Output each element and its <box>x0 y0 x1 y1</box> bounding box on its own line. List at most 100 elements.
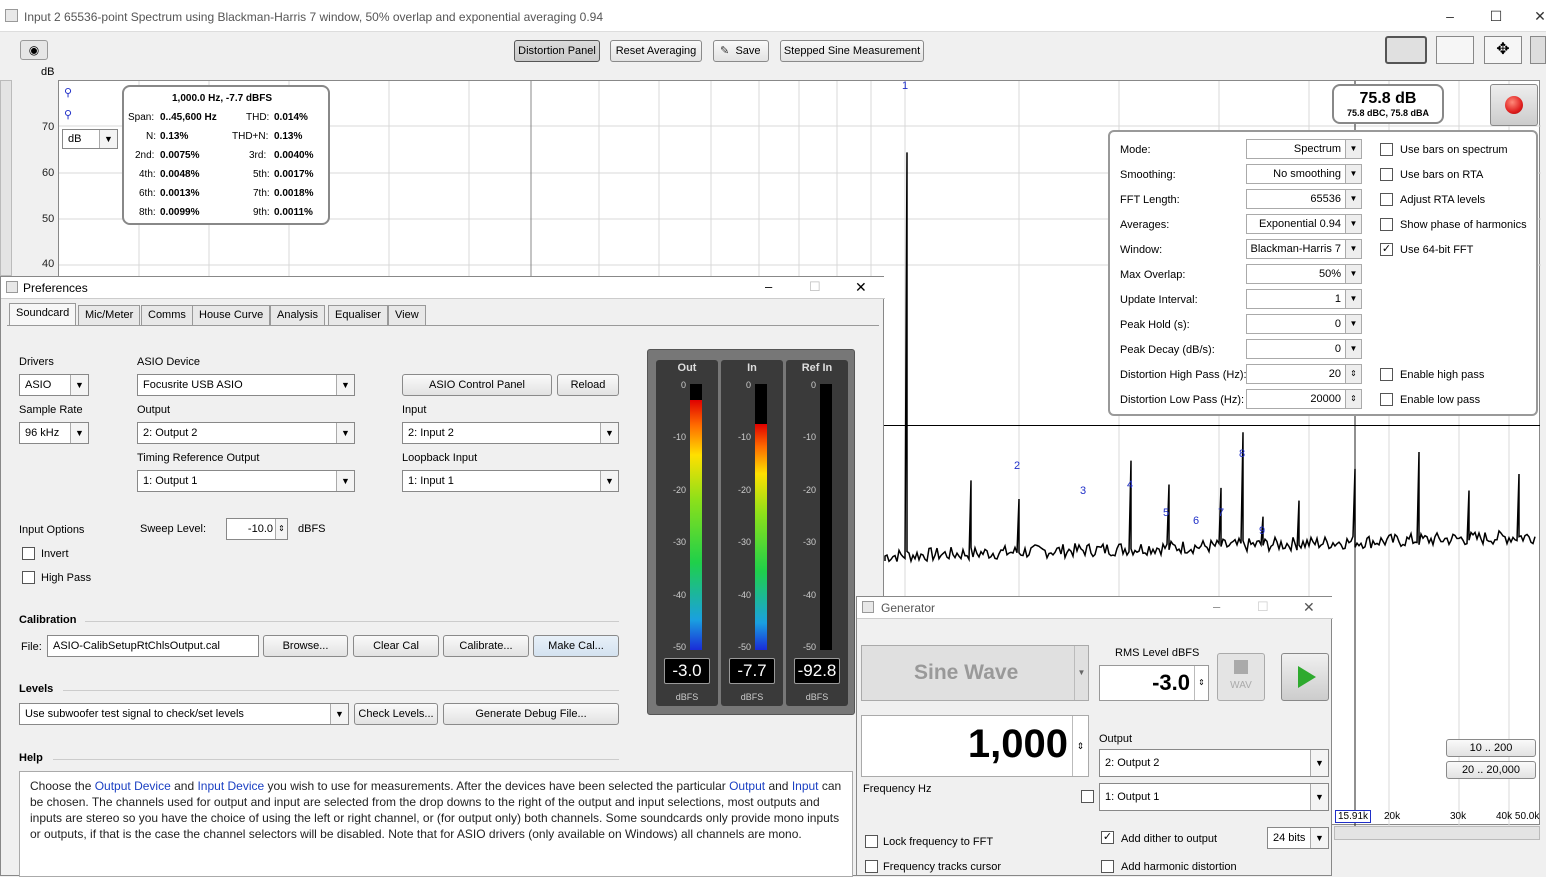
zoom-out-icon[interactable]: ⚲ <box>64 108 72 121</box>
update-select[interactable]: 1 ▼ <box>1246 289 1362 309</box>
gen-maximize-button[interactable]: ☐ <box>1257 599 1269 615</box>
enable-low-pass-label: Enable low pass <box>1400 394 1481 406</box>
range-10-200-button[interactable]: 10 .. 200 <box>1446 739 1536 757</box>
smoothing-select[interactable]: No smoothing ▼ <box>1246 164 1362 184</box>
units-select[interactable]: dB ▼ <box>62 129 118 149</box>
stats-header: 1,000.0 Hz, -7.7 dBFS <box>172 93 273 104</box>
dist-high-pass-spinner[interactable]: 20 ⇕ <box>1246 364 1362 384</box>
tab-analysis[interactable]: Analysis <box>270 305 325 325</box>
minimize-button[interactable]: – <box>1440 6 1460 26</box>
tab-comms[interactable]: Comms <box>141 305 193 325</box>
clear-cal-button[interactable]: Clear Cal <box>353 635 439 657</box>
asio-control-panel-button[interactable]: ASIO Control Panel <box>402 374 552 396</box>
check-levels-button[interactable]: Check Levels... <box>354 703 438 725</box>
window-select[interactable]: Blackman-Harris 7 ▼ <box>1246 239 1362 259</box>
invert-checkbox[interactable] <box>22 547 35 560</box>
loopback-select[interactable]: 1: Input 1 ▼ <box>402 470 619 492</box>
enable-high-pass-checkbox[interactable] <box>1380 368 1393 381</box>
phase-harmonics-checkbox[interactable] <box>1380 218 1393 231</box>
bars-rta-checkbox[interactable] <box>1380 168 1393 181</box>
layout-icon-1[interactable] <box>1385 36 1427 64</box>
sweep-level-spinner[interactable]: -10.0 ⇕ <box>226 518 288 540</box>
drivers-select[interactable]: ASIO ▼ <box>19 374 89 396</box>
tab-house-curve[interactable]: House Curve <box>192 305 271 325</box>
cal-file-input[interactable]: ASIO-CalibSetupRtChlsOutput.cal <box>47 635 259 657</box>
fit-arrows-icon[interactable]: ✥ <box>1484 36 1522 64</box>
high-pass-checkbox[interactable] <box>22 571 35 584</box>
waveform-select[interactable]: Sine Wave ▼ <box>861 645 1089 701</box>
peak-decay-select[interactable]: 0 ▼ <box>1246 339 1362 359</box>
frequency-aux-checkbox[interactable] <box>1081 790 1094 803</box>
wav-button[interactable]: WAV <box>1217 653 1265 701</box>
gen-output-select[interactable]: 2: Output 2 ▼ <box>1099 749 1329 777</box>
reload-button[interactable]: Reload <box>557 374 619 396</box>
averages-select[interactable]: Exponential 0.94 ▼ <box>1246 214 1362 234</box>
generate-debug-button[interactable]: Generate Debug File... <box>443 703 619 725</box>
meter-tick: -40 <box>672 590 686 600</box>
reset-averaging-button[interactable]: Reset Averaging <box>610 40 702 62</box>
levels-select[interactable]: Use subwoofer test signal to check/set l… <box>19 703 349 725</box>
peak-hold-value: 0 <box>1334 318 1341 330</box>
peak-hold-select[interactable]: 0 ▼ <box>1246 314 1362 334</box>
thdn-value: 0.13% <box>274 131 303 142</box>
timing-ref-select[interactable]: 1: Output 1 ▼ <box>137 470 355 492</box>
frequency-spinner[interactable]: 1,000 ⇕ <box>861 715 1089 777</box>
sample-rate-select[interactable]: 96 kHz ▼ <box>19 422 89 444</box>
record-button[interactable] <box>1490 84 1538 126</box>
zoom-in-icon[interactable]: ⚲ <box>64 86 72 99</box>
bars-spectrum-checkbox[interactable] <box>1380 143 1393 156</box>
close-button[interactable]: ✕ <box>1530 6 1546 26</box>
output-value: 2: Output 2 <box>143 427 198 439</box>
pref-maximize-button[interactable]: ☐ <box>809 279 821 295</box>
range-20-20000-button[interactable]: 20 .. 20,000 <box>1446 761 1536 779</box>
chevron-down-icon: ▼ <box>1345 165 1361 183</box>
fft64-checkbox[interactable]: ✓ <box>1380 243 1393 256</box>
save-button[interactable]: ✎ Save <box>713 40 769 62</box>
meter-tick: -20 <box>802 485 816 495</box>
mode-value: Spectrum <box>1293 143 1341 155</box>
meter-tick: 0 <box>680 380 686 390</box>
input-select[interactable]: 2: Input 2 ▼ <box>402 422 619 444</box>
pref-close-button[interactable]: ✕ <box>855 279 867 296</box>
vertical-scrollbar[interactable] <box>0 80 12 276</box>
mode-select[interactable]: Spectrum ▼ <box>1246 139 1362 159</box>
lock-frequency-checkbox[interactable] <box>865 835 878 848</box>
pref-minimize-button[interactable]: – <box>765 279 772 294</box>
frequency-tracks-checkbox[interactable] <box>865 860 878 873</box>
add-dither-checkbox[interactable]: ✓ <box>1101 831 1114 844</box>
gear-icon[interactable] <box>1530 36 1546 64</box>
harmonic-distortion-checkbox[interactable] <box>1101 860 1114 873</box>
play-button[interactable] <box>1281 653 1329 701</box>
dist-low-pass-spinner[interactable]: 20000 ⇕ <box>1246 389 1362 409</box>
asio-device-label: ASIO Device <box>137 356 200 368</box>
meter-tick: -20 <box>737 485 751 495</box>
output-select[interactable]: 2: Output 2 ▼ <box>137 422 355 444</box>
adjust-rta-checkbox[interactable] <box>1380 193 1393 206</box>
asio-device-select[interactable]: Focusrite USB ASIO ▼ <box>137 374 355 396</box>
make-cal-button[interactable]: Make Cal... <box>533 635 619 657</box>
calibrate-button[interactable]: Calibrate... <box>443 635 529 657</box>
horizontal-scrollbar[interactable] <box>1334 826 1540 840</box>
invert-label: Invert <box>41 548 69 560</box>
input-options-label: Input Options <box>19 524 85 536</box>
gen-close-button[interactable]: ✕ <box>1303 599 1315 616</box>
y-unit-label: dB <box>41 66 55 78</box>
tab-equaliser[interactable]: Equaliser <box>328 305 388 325</box>
distortion-panel-button[interactable]: Distortion Panel <box>514 40 600 62</box>
maximize-button[interactable]: ☐ <box>1486 6 1506 26</box>
stepped-sine-button[interactable]: Stepped Sine Measurement <box>780 40 924 62</box>
camera-icon[interactable]: ◉ <box>20 40 48 60</box>
overlap-select[interactable]: 50% ▼ <box>1246 264 1362 284</box>
browse-button[interactable]: Browse... <box>263 635 348 657</box>
tab-mic-meter[interactable]: Mic/Meter <box>78 305 141 325</box>
layout-icon-2[interactable] <box>1436 36 1474 64</box>
dither-bits-select[interactable]: 24 bits ▼ <box>1267 827 1329 849</box>
enable-low-pass-checkbox[interactable] <box>1380 393 1393 406</box>
fft-length-select[interactable]: 65536 ▼ <box>1246 189 1362 209</box>
tab-soundcard[interactable]: Soundcard <box>9 303 77 325</box>
rms-level-spinner[interactable]: -3.0 ⇕ <box>1099 665 1209 701</box>
gen-minimize-button[interactable]: – <box>1213 599 1220 614</box>
gen-output2-select[interactable]: 1: Output 1 ▼ <box>1099 783 1329 811</box>
meter-tick: -50 <box>737 642 751 652</box>
tab-view[interactable]: View <box>388 305 426 325</box>
